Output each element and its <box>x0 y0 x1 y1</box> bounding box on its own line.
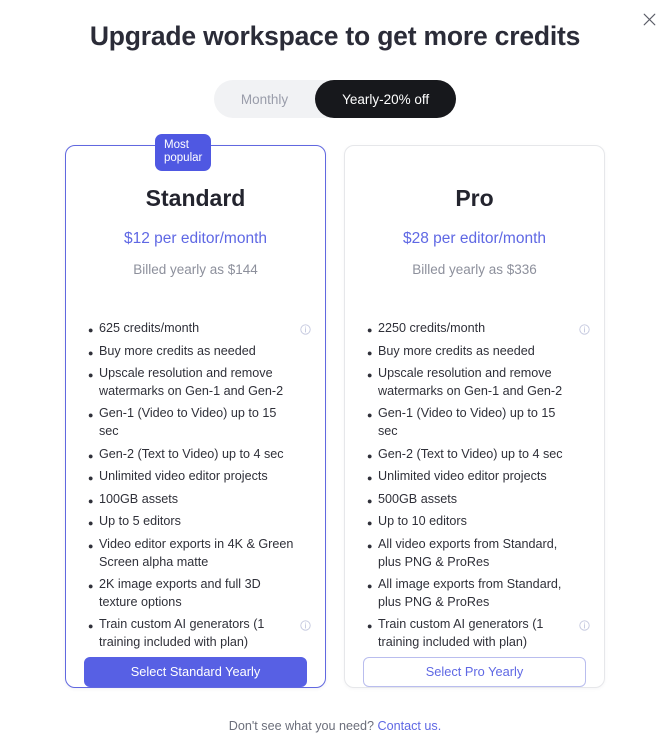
bullet-icon: ● <box>367 518 373 529</box>
info-icon[interactable] <box>579 324 590 335</box>
feature-item: ● Train custom AI generators (1 training … <box>367 616 590 651</box>
feature-item: ● Video editor exports in 4K & Green Scre… <box>88 536 311 571</box>
plan-price: $12 per editor/month <box>123 230 268 247</box>
feature-label: 2250 credits/month <box>378 321 486 335</box>
plan-header-pro: Pro $28 per editor/month Billed yearly a… <box>345 146 604 279</box>
info-icon[interactable] <box>300 620 311 631</box>
bullet-icon: ● <box>88 370 94 381</box>
plan-name: Pro <box>455 185 494 211</box>
plan-cta-wrap-pro: Select Pro Yearly <box>345 656 604 713</box>
feature-label: 625 credits/month <box>99 321 200 335</box>
bullet-icon: ● <box>88 325 94 335</box>
feature-label: Gen-2 (Text to Video) up to 4 sec <box>378 446 563 461</box>
plan-card-pro: Pro $28 per editor/month Billed yearly a… <box>344 145 605 688</box>
close-icon <box>643 13 656 26</box>
feature-label: Unlimited video editor projects <box>378 469 547 484</box>
feature-label: Up to 5 editors <box>99 514 181 529</box>
feature-item: ● Gen-2 (Text to Video) up to 4 sec <box>88 446 311 464</box>
feature-item: ● All video exports from Standard, plus P… <box>367 536 590 571</box>
bullet-icon: ● <box>88 581 94 592</box>
plan-cta-wrap-standard: Select Standard Yearly <box>66 656 325 713</box>
bullet-icon: ● <box>88 621 94 632</box>
bullet-icon: ● <box>88 540 94 551</box>
feature-label: 500GB assets <box>378 491 458 506</box>
feature-item: ● Gen-1 (Video to Video) up to 15 sec <box>88 405 311 440</box>
feature-label: Up to 10 editors <box>378 514 467 529</box>
feature-label: Buy more credits as needed <box>99 343 256 358</box>
bullet-icon: ● <box>367 495 373 506</box>
feature-label: Video editor exports in 4K & Green Scree… <box>99 536 294 569</box>
feature-item: ● Up to 10 editors <box>367 513 590 531</box>
feature-item: ● Buy more credits as needed <box>88 343 311 361</box>
plan-price: $28 per editor/month <box>402 230 547 247</box>
plan-billing-note: Billed yearly as $144 <box>133 262 258 277</box>
feature-item: ● Unlimited video editor projects <box>367 468 590 486</box>
info-icon[interactable] <box>579 620 590 631</box>
feature-item: ● Gen-1 (Video to Video) up to 15 sec <box>367 405 590 440</box>
feature-item: ● 625 credits/month <box>88 320 311 338</box>
plan-card-list: Most popular Standard $12 per editor/mon… <box>65 134 605 688</box>
feature-label: All video exports from Standard, plus PN… <box>378 536 558 569</box>
billing-toggle-yearly[interactable]: Yearly-20% off <box>315 80 457 118</box>
feature-label: 2K image exports and full 3D texture opt… <box>99 577 261 609</box>
info-icon[interactable] <box>300 324 311 335</box>
feature-label: Buy more credits as needed <box>378 343 535 358</box>
feature-label: Unlimited video editor projects <box>99 469 268 484</box>
bullet-icon: ● <box>367 581 373 592</box>
bullet-icon: ● <box>367 450 373 461</box>
select-pro-button[interactable]: Select Pro Yearly <box>363 656 586 687</box>
page-title: Upgrade workspace to get more credits <box>89 21 581 51</box>
billing-toggle-monthly[interactable]: Monthly <box>214 80 315 118</box>
feature-label: Upscale resolution and remove watermarks… <box>99 366 284 398</box>
feature-item: ● Train custom AI generators (1 training … <box>88 616 311 651</box>
plan-billing-note: Billed yearly as $336 <box>412 262 537 277</box>
bullet-icon: ● <box>88 450 94 461</box>
feature-item: ● Up to 5 editors <box>88 513 311 531</box>
feature-label: All image exports from Standard, plus PN… <box>378 577 562 609</box>
contact-us-link[interactable]: Contact us. <box>378 719 442 733</box>
bullet-icon: ● <box>367 473 373 484</box>
feature-item: ● 2K image exports and full 3D texture op… <box>88 576 311 611</box>
footer-text: Don't see what you need? <box>228 719 375 733</box>
feature-item: ● Buy more credits as needed <box>367 343 590 361</box>
bullet-icon: ● <box>367 347 373 358</box>
feature-item: ● 100GB assets <box>88 491 311 509</box>
most-popular-badge: Most popular <box>155 134 212 171</box>
feature-label: Upscale resolution and remove watermarks… <box>378 366 563 398</box>
plan-card-standard: Most popular Standard $12 per editor/mon… <box>65 134 326 688</box>
plan-name: Standard <box>145 185 246 211</box>
feature-item: ● 2250 credits/month <box>367 320 590 338</box>
feature-label: 100GB assets <box>99 491 179 506</box>
feature-item: ● Upscale resolution and remove watermark… <box>88 365 311 400</box>
bullet-icon: ● <box>88 347 94 358</box>
close-dialog-button[interactable] <box>636 6 662 32</box>
feature-label: Train custom AI generators (1 training i… <box>378 617 544 649</box>
feature-item: ● Upscale resolution and remove watermark… <box>367 365 590 400</box>
feature-label: Train custom AI generators (1 training i… <box>99 617 265 649</box>
bullet-icon: ● <box>88 518 94 529</box>
feature-label: Gen-1 (Video to Video) up to 15 sec <box>378 406 556 438</box>
feature-label: Gen-2 (Text to Video) up to 4 sec <box>99 446 284 461</box>
billing-toggle: Monthly Yearly-20% off <box>0 80 670 118</box>
footer: Don't see what you need? Contact us. <box>0 719 670 733</box>
bullet-icon: ● <box>367 410 373 421</box>
billing-toggle-group: Monthly Yearly-20% off <box>213 80 457 118</box>
select-standard-button[interactable]: Select Standard Yearly <box>84 656 307 687</box>
feature-item: ● 500GB assets <box>367 491 590 509</box>
bullet-icon: ● <box>367 370 373 381</box>
bullet-icon: ● <box>367 621 373 632</box>
feature-item: ● Unlimited video editor projects <box>88 468 311 486</box>
bullet-icon: ● <box>367 540 373 551</box>
feature-label: Gen-1 (Video to Video) up to 15 sec <box>99 406 277 438</box>
bullet-icon: ● <box>88 473 94 484</box>
feature-list-standard: ● 625 credits/month ● Buy more credits as n… <box>66 279 325 657</box>
feature-list-pro: ● 2250 credits/month ● Buy more credits as … <box>345 279 604 657</box>
bullet-icon: ● <box>88 495 94 506</box>
bullet-icon: ● <box>88 410 94 421</box>
bullet-icon: ● <box>367 325 373 335</box>
feature-item: ● Gen-2 (Text to Video) up to 4 sec <box>367 446 590 464</box>
feature-item: ● All image exports from Standard, plus P… <box>367 576 590 611</box>
